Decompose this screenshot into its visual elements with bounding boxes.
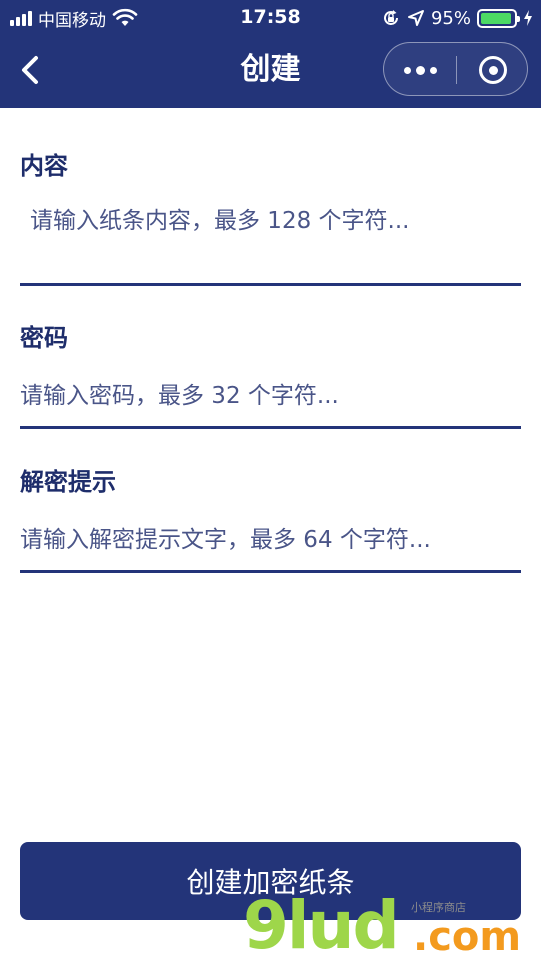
content-underline	[20, 283, 521, 286]
watermark-tld: .com	[413, 914, 522, 960]
status-bar: 中国移动 17:58 95%	[0, 0, 541, 36]
target-close-icon	[479, 56, 507, 84]
capsule-menu	[383, 42, 528, 96]
hint-input[interactable]	[20, 520, 521, 560]
navigation-bar: 创建	[0, 36, 541, 108]
battery-fill	[481, 12, 512, 24]
content-input[interactable]	[30, 204, 521, 274]
content-label: 内容	[20, 152, 68, 180]
status-right: 95%	[381, 6, 533, 30]
battery-percent: 95%	[430, 7, 471, 29]
orientation-lock-icon	[384, 10, 398, 25]
charging-icon	[524, 10, 532, 26]
more-dots-icon-center	[415, 65, 425, 75]
close-button[interactable]	[457, 43, 529, 97]
header-bar: 中国移动 17:58 95% 创建	[0, 0, 541, 108]
hint-underline	[20, 570, 521, 573]
location-icon	[407, 10, 424, 26]
battery-icon	[477, 8, 520, 28]
create-note-button[interactable]: 创建加密纸条	[20, 842, 521, 920]
more-dots-icon	[403, 66, 411, 74]
password-underline	[20, 426, 521, 429]
password-label: 密码	[20, 324, 68, 352]
hint-label: 解密提示	[20, 468, 116, 496]
password-input[interactable]	[20, 376, 521, 416]
more-button[interactable]	[384, 43, 456, 97]
more-dots-icon-right	[429, 66, 437, 74]
